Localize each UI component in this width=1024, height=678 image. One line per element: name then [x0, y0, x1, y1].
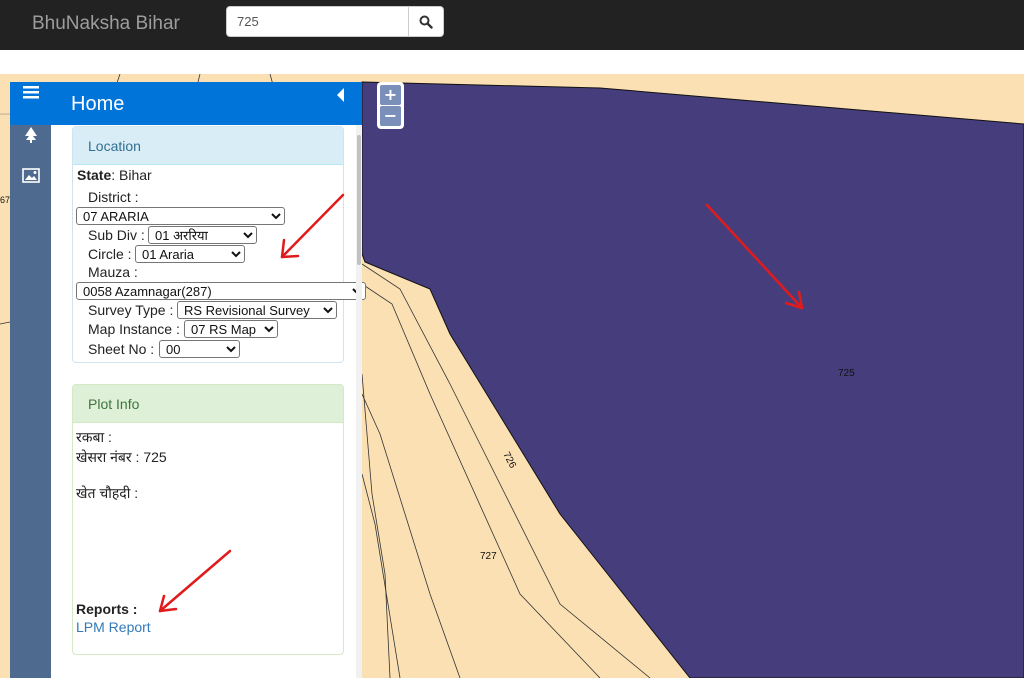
survey-type-label: Survey Type : — [88, 302, 174, 318]
search-input[interactable] — [227, 7, 410, 36]
sidebar-panel: Home Location State: Bihar District : 07… — [10, 82, 366, 678]
circle-label: Circle : — [88, 246, 132, 262]
state-value: : Bihar — [111, 167, 152, 183]
subdiv-label: Sub Div : — [88, 227, 145, 243]
scroll-thumb[interactable] — [357, 135, 361, 265]
state-label: State — [77, 167, 112, 183]
search-button[interactable] — [408, 7, 443, 36]
zoom-out-button[interactable]: − — [380, 106, 401, 126]
plot-label-725: 725 — [838, 368, 855, 379]
mauza-select[interactable]: 0058 Azamnagar(287) — [76, 282, 366, 300]
panel-body: Location State: Bihar District : 07 ARAR… — [51, 125, 366, 678]
khet-chauhadi-text: खेत चौहदी : — [76, 485, 139, 501]
location-heading: Location — [73, 127, 343, 165]
search-box — [226, 6, 444, 37]
rakba-text: रकबा : — [76, 429, 112, 445]
khesra-text: खेसरा नंबर : 725 — [76, 449, 167, 465]
lpm-report-link[interactable]: LPM Report — [76, 619, 151, 635]
plot-info-heading: Plot Info — [73, 385, 343, 423]
map-instance-label: Map Instance : — [88, 321, 180, 337]
sheet-no-select[interactable]: 00 — [159, 340, 240, 358]
mauza-label: Mauza : — [88, 264, 138, 280]
menu-button[interactable] — [10, 82, 51, 125]
zoom-in-button[interactable]: + — [380, 85, 401, 105]
zoom-controls: + − — [377, 82, 404, 129]
app-brand[interactable]: BhuNaksha Bihar — [32, 13, 180, 35]
panel-title: Home — [71, 93, 125, 115]
reports-label: Reports : — [76, 601, 138, 617]
district-select[interactable]: 07 ARARIA — [76, 207, 285, 225]
district-label: District : — [88, 189, 139, 205]
plot-label-727: 727 — [480, 551, 497, 562]
panel-scrollbar[interactable] — [356, 125, 362, 678]
panel-header: Home — [51, 82, 362, 125]
top-navbar: BhuNaksha Bihar — [0, 0, 1024, 50]
tree-icon[interactable] — [20, 124, 42, 146]
hamburger-icon — [22, 86, 39, 99]
sheet-no-label: Sheet No : — [88, 341, 155, 357]
circle-select[interactable]: 01 Araria — [135, 245, 245, 263]
image-icon[interactable] — [20, 164, 42, 186]
sidebar-icon-strip — [10, 82, 51, 678]
survey-type-select[interactable]: RS Revisional Survey — [177, 301, 337, 319]
state-row: State: Bihar — [77, 167, 152, 183]
subdiv-select[interactable]: 01 अररिया — [148, 226, 257, 244]
search-icon — [419, 15, 433, 29]
map-instance-select[interactable]: 07 RS Map — [184, 320, 278, 338]
collapse-panel-icon[interactable] — [336, 88, 346, 102]
